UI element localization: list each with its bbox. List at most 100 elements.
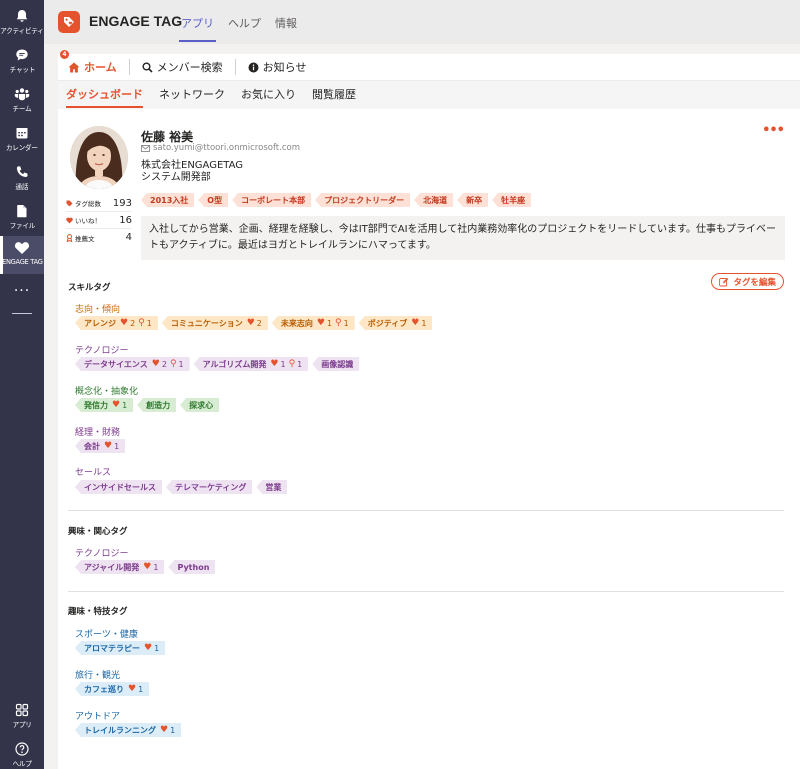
- skill-tag[interactable]: 画像認識: [312, 357, 360, 371]
- stat-value: 193: [112, 197, 132, 209]
- skill-tag[interactable]: 探求心: [180, 398, 220, 412]
- profile-email: sato.yumi@ttoori.onmicrosoft.com: [141, 143, 300, 153]
- more-options-icon[interactable]: •••: [762, 123, 785, 138]
- profile-tag[interactable]: 牡羊座: [492, 193, 532, 207]
- stat-tag-total: タグ総数 193: [66, 195, 132, 212]
- nav-member-search[interactable]: メンバー検索: [130, 59, 236, 75]
- info-icon: [248, 62, 259, 73]
- skill-tag[interactable]: 会計 ♥ 1: [75, 439, 126, 453]
- more-apps-icon[interactable]: ···: [0, 283, 44, 299]
- category-label: 概念化・抽象化: [75, 387, 139, 397]
- tab-app[interactable]: アプリ: [176, 0, 219, 44]
- recommend-count: 1: [178, 359, 184, 369]
- like-count: 1: [170, 725, 176, 735]
- avatar: [70, 126, 128, 189]
- profile-tag[interactable]: 北海道: [414, 193, 454, 207]
- help-icon: [14, 741, 30, 757]
- rail-label: ファイル: [9, 222, 35, 230]
- heart-icon: ♥: [143, 562, 152, 572]
- rail-chat[interactable]: チャット: [0, 43, 44, 81]
- profile-tag[interactable]: 新卒: [457, 193, 489, 207]
- rail-engage-tag[interactable]: ENGAGE TAG: [0, 236, 44, 274]
- nav-notices[interactable]: お知らせ: [236, 59, 319, 75]
- skill-tag[interactable]: 創造力: [137, 398, 177, 412]
- rail-help[interactable]: ヘルプ: [0, 737, 44, 769]
- skill-tag[interactable]: データサイエンス ♥ 2 ⚲ 1: [75, 357, 190, 371]
- nav-home[interactable]: 4 ホーム: [58, 50, 130, 75]
- skill-tag[interactable]: 営業: [256, 480, 288, 494]
- recommend-count: 1: [297, 359, 303, 369]
- hobby-tag[interactable]: トレイルランニング ♥ 1: [75, 723, 182, 737]
- tab-info[interactable]: 情報: [270, 0, 302, 44]
- like-count: 1: [114, 441, 120, 451]
- like-count: 2: [161, 359, 167, 369]
- tab-help[interactable]: ヘルプ: [223, 0, 266, 44]
- rail-divider: [12, 313, 32, 314]
- ribbon-icon: ⚲: [169, 359, 177, 369]
- rail-label: アクティビティ: [0, 27, 44, 35]
- edit-tags-button[interactable]: タグを編集: [711, 273, 784, 290]
- file-icon: [14, 203, 30, 219]
- rail-teams[interactable]: チーム: [0, 82, 44, 120]
- tab-network[interactable]: ネットワーク: [159, 81, 225, 109]
- tab-dashboard[interactable]: ダッシュボード: [66, 81, 143, 109]
- ribbon-icon: ⚲: [288, 359, 296, 369]
- rail-files[interactable]: ファイル: [0, 199, 44, 237]
- section-divider: [68, 591, 784, 592]
- like-count: 1: [153, 562, 159, 572]
- ribbon-icon: ⚲: [138, 318, 145, 328]
- skill-tag[interactable]: 未来志向 ♥ 1 ⚲ 1: [271, 316, 355, 330]
- skill-tag[interactable]: アレンジ ♥ 2 ⚲ 1: [75, 316, 158, 330]
- tab-history[interactable]: 閲覧履歴: [312, 81, 356, 109]
- interest-tag[interactable]: Python: [168, 560, 216, 574]
- heart-icon: [66, 217, 75, 224]
- interest-tag[interactable]: アジャイル開発 ♥ 1: [75, 560, 165, 574]
- search-icon: [142, 62, 153, 73]
- skill-tag[interactable]: 発信力 ♥ 1: [75, 398, 134, 412]
- hobby-tag[interactable]: カフェ巡り ♥ 1: [75, 682, 150, 696]
- edit-icon: [719, 277, 729, 287]
- app-tabs: アプリ ヘルプ 情報: [176, 0, 306, 44]
- app-rail: アクティビティ チャット チーム カレンダー 通話 ファイル ENGAGE TA…: [0, 0, 44, 769]
- tag-row: トレイルランニング ♥ 1: [75, 723, 185, 737]
- tag-label: 発信力: [84, 400, 108, 410]
- recommend-count: 1: [146, 318, 152, 328]
- recommend-count: 1: [343, 318, 349, 328]
- rail-calendar[interactable]: カレンダー: [0, 121, 44, 159]
- skill-tag[interactable]: アルゴリズム開発 ♥ 1 ⚲ 1: [193, 357, 309, 371]
- rail-label: チーム: [12, 105, 32, 113]
- calendar-icon: [14, 125, 30, 141]
- nav-member-search-label: メンバー検索: [156, 61, 223, 74]
- secondary-nav: ダッシュボード ネットワーク お気に入り 閲覧履歴: [58, 81, 800, 109]
- skill-tag[interactable]: ポジティブ ♥ 1: [358, 316, 433, 330]
- rail-calls[interactable]: 通話: [0, 160, 44, 198]
- chat-icon: [14, 47, 30, 63]
- category-label: 旅行・観光: [75, 671, 121, 681]
- teams-icon: [14, 86, 30, 102]
- tag-label: 会計: [84, 441, 100, 451]
- like-count: 1: [122, 400, 128, 410]
- profile-tag[interactable]: プロジェクトリーダー: [315, 193, 411, 207]
- like-count: 1: [138, 684, 144, 694]
- skill-tag[interactable]: インサイドセールス: [75, 480, 162, 494]
- main-panel: 4 ホーム メンバー検索 お知らせ ダッシュボード ネットワーク お気に入り 閲…: [58, 50, 800, 769]
- tag-row: データサイエンス ♥ 2 ⚲ 1 アルゴリズム開発 ♥ 1 ⚲ 1 画像認識: [75, 357, 363, 371]
- profile-tag[interactable]: コーポレート本部: [232, 193, 312, 207]
- rail-label: ENGAGE TAG: [1, 258, 43, 266]
- category-label: テクノロジー: [75, 346, 129, 356]
- skill-tags-title: スキルタグ: [68, 283, 111, 293]
- tag-label: ポジティブ: [367, 318, 408, 328]
- tab-favorites[interactable]: お気に入り: [241, 81, 296, 109]
- rail-apps[interactable]: アプリ: [0, 698, 44, 736]
- heart-icon: ♥: [151, 359, 160, 369]
- ribbon-icon: ⚲: [335, 318, 342, 328]
- skill-tag[interactable]: コミュニケーション ♥ 2: [161, 316, 268, 330]
- profile-tag[interactable]: O型: [198, 193, 229, 207]
- rail-activity[interactable]: アクティビティ: [0, 4, 44, 42]
- tag-label: アルゴリズム開発: [202, 359, 267, 369]
- profile-tag[interactable]: 2013入社: [141, 193, 195, 207]
- tag-row: アジャイル開発 ♥ 1 Python: [75, 560, 219, 574]
- skill-tag[interactable]: テレマーケティング: [166, 480, 253, 494]
- tag-label: トレイルランニング: [84, 725, 156, 735]
- hobby-tag[interactable]: アロマテラピー ♥ 1: [75, 641, 166, 655]
